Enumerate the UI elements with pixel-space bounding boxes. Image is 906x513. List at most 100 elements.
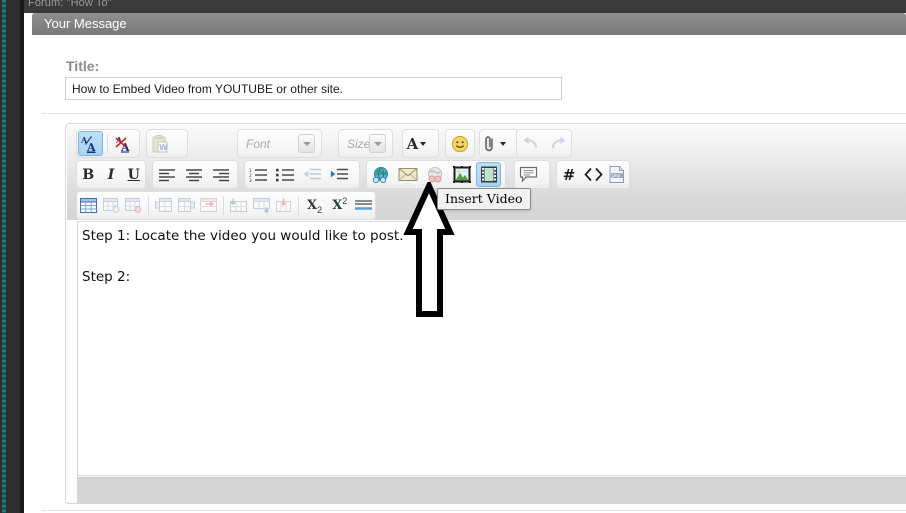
insert-row-above-icon[interactable] xyxy=(228,193,249,218)
remove-spellcheck-icon[interactable]: A A xyxy=(112,131,137,156)
table-properties-icon[interactable] xyxy=(101,193,122,218)
window-left-rail xyxy=(0,0,24,513)
align-center-glyph xyxy=(185,168,202,181)
undo-glyph xyxy=(523,136,537,149)
align-left-icon[interactable] xyxy=(154,162,179,187)
redo-glyph xyxy=(551,136,565,149)
unordered-list-glyph xyxy=(276,168,294,181)
toolbar-group-spelling: A A A A xyxy=(76,129,140,158)
underline-glyph: U xyxy=(127,166,140,183)
size-dropdown-label: Size xyxy=(347,136,371,151)
title-label: Title: xyxy=(66,58,100,74)
insert-video-tooltip: Insert Video xyxy=(437,188,531,210)
insert-link-icon[interactable] xyxy=(368,162,393,187)
bold-icon[interactable]: B xyxy=(78,162,99,187)
unordered-list-icon[interactable] xyxy=(273,162,298,187)
insert-image-icon[interactable] xyxy=(449,162,474,187)
remove-spellcheck-glyph: A A xyxy=(115,135,130,153)
top-chrome-bar: Forum: "How To" xyxy=(24,0,906,13)
superscript-icon[interactable]: X2 xyxy=(328,193,351,218)
toolbar-group-style: B I U xyxy=(76,160,146,189)
panel-title: Your Message xyxy=(44,16,127,31)
title-input[interactable] xyxy=(65,77,562,100)
film-strip-glyph xyxy=(480,166,497,183)
toolbar-separator xyxy=(298,196,299,215)
indent-glyph xyxy=(330,168,348,179)
align-left-glyph xyxy=(158,168,175,181)
insert-table-icon[interactable] xyxy=(78,193,99,218)
delete-column-icon[interactable] xyxy=(198,193,219,218)
indent-icon[interactable] xyxy=(327,162,352,187)
size-dropdown-inner[interactable]: Size xyxy=(339,131,392,156)
insert-php-icon[interactable]: php xyxy=(606,162,628,187)
delete-table-glyph xyxy=(125,198,142,213)
svg-text:A: A xyxy=(86,141,96,153)
svg-text:W: W xyxy=(159,143,168,152)
insert-column-left-icon[interactable] xyxy=(153,193,174,218)
bold-glyph: B xyxy=(82,166,95,183)
text-color-glyph: A xyxy=(406,134,419,153)
divider-top xyxy=(42,113,906,114)
font-family-dropdown[interactable]: Font xyxy=(237,129,322,158)
angle-brackets-glyph xyxy=(583,167,603,182)
toolbar-separator xyxy=(148,196,149,215)
insert-html-icon[interactable] xyxy=(582,162,604,187)
attachment-icon[interactable] xyxy=(481,131,506,156)
align-center-icon[interactable] xyxy=(181,162,206,187)
toolbar-group-history xyxy=(516,129,572,158)
align-right-icon[interactable] xyxy=(208,162,233,187)
paste-word-glyph: W xyxy=(152,134,168,152)
delete-row-glyph xyxy=(276,198,292,212)
chevron-glyph xyxy=(373,141,382,146)
toolbar-group-code: # php xyxy=(556,160,630,189)
font-dropdown-inner[interactable]: Font xyxy=(238,131,321,156)
delete-table-icon[interactable] xyxy=(123,193,144,218)
insert-video-icon[interactable] xyxy=(476,162,501,187)
chevron-down-icon[interactable] xyxy=(298,134,315,153)
outdent-icon[interactable] xyxy=(300,162,325,187)
font-size-dropdown[interactable]: Size xyxy=(338,129,393,158)
globe-link-glyph xyxy=(372,166,388,183)
toolbar-group-paste: W xyxy=(146,129,188,158)
subscript-icon[interactable]: X2 xyxy=(303,193,326,218)
delete-col-glyph xyxy=(200,198,218,212)
font-dropdown-label: Font xyxy=(246,136,271,151)
italic-icon[interactable]: I xyxy=(101,162,122,187)
insert-email-icon[interactable] xyxy=(395,162,420,187)
your-message-header: Your Message xyxy=(32,13,906,35)
toolbar-group-smilie xyxy=(445,129,475,158)
hash-glyph: # xyxy=(562,165,576,184)
ordered-list-icon[interactable]: 1 2 3 xyxy=(246,162,271,187)
spellcheck-toggle-icon[interactable]: A A xyxy=(78,131,103,156)
insert-column-right-icon[interactable] xyxy=(176,193,197,218)
toolbar-row-1: A A A A W Font Size A xyxy=(67,129,906,159)
insert-hash-icon[interactable]: # xyxy=(558,162,580,187)
insert-row-below-icon[interactable] xyxy=(251,193,272,218)
divider-bottom xyxy=(42,510,906,511)
redo-icon[interactable] xyxy=(545,131,570,156)
editor-content-area[interactable]: Step 1: Locate the video you would like … xyxy=(77,221,906,476)
chevron-down-icon[interactable] xyxy=(369,134,386,153)
php-file-glyph: php xyxy=(609,166,624,183)
insert-quote-icon[interactable] xyxy=(516,162,541,187)
chevron-down-icon xyxy=(420,141,427,146)
paste-from-word-icon[interactable]: W xyxy=(148,131,173,156)
underline-icon[interactable]: U xyxy=(123,162,144,187)
spellcheck-glyph: A A xyxy=(81,135,96,153)
table-properties-glyph xyxy=(102,198,120,213)
page-body: Your Message Title: A A xyxy=(24,13,906,513)
undo-icon[interactable] xyxy=(518,131,543,156)
insert-row-above-glyph xyxy=(229,198,247,212)
horizontal-rule-icon[interactable] xyxy=(353,193,374,218)
emoticon-icon[interactable] xyxy=(447,131,472,156)
svg-text:3: 3 xyxy=(249,178,252,182)
editor-body-text: Step 1: Locate the video you would like … xyxy=(82,228,404,286)
picture-glyph xyxy=(452,166,471,183)
unlink-icon[interactable] xyxy=(422,162,447,187)
insert-col-left-glyph xyxy=(154,198,172,212)
toolbar-group-lists: 1 2 3 xyxy=(244,160,360,189)
editor-card: A A A A W Font Size A B I U 1 2 3 # php … xyxy=(65,123,906,504)
delete-row-icon[interactable] xyxy=(273,193,294,218)
toolbar-group-attach xyxy=(479,129,519,158)
text-color-icon[interactable]: A xyxy=(404,131,429,156)
